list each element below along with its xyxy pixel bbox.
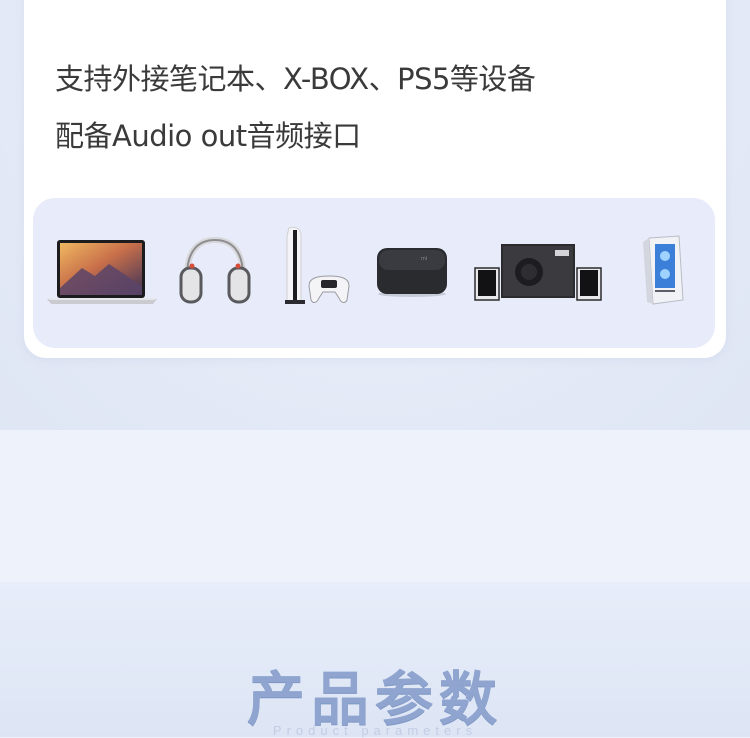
tv-box-icon: mi: [377, 248, 447, 297]
section-subtitle: Product parameters: [272, 723, 478, 738]
desktop-pc-icon: [643, 235, 684, 305]
laptop-icon: [47, 240, 157, 304]
feature-text-devices: 支持外接笔记本、X-BOX、PS5等设备: [55, 62, 536, 96]
middle-background: [0, 430, 750, 582]
speakers-icon: [474, 244, 602, 301]
game-console-icon: [285, 226, 350, 304]
svg-text:mi: mi: [421, 256, 427, 262]
device-strip: mi: [33, 198, 715, 348]
feature-text-audio: 配备Audio out音频接口: [55, 119, 361, 153]
headphones-icon: [179, 236, 251, 304]
